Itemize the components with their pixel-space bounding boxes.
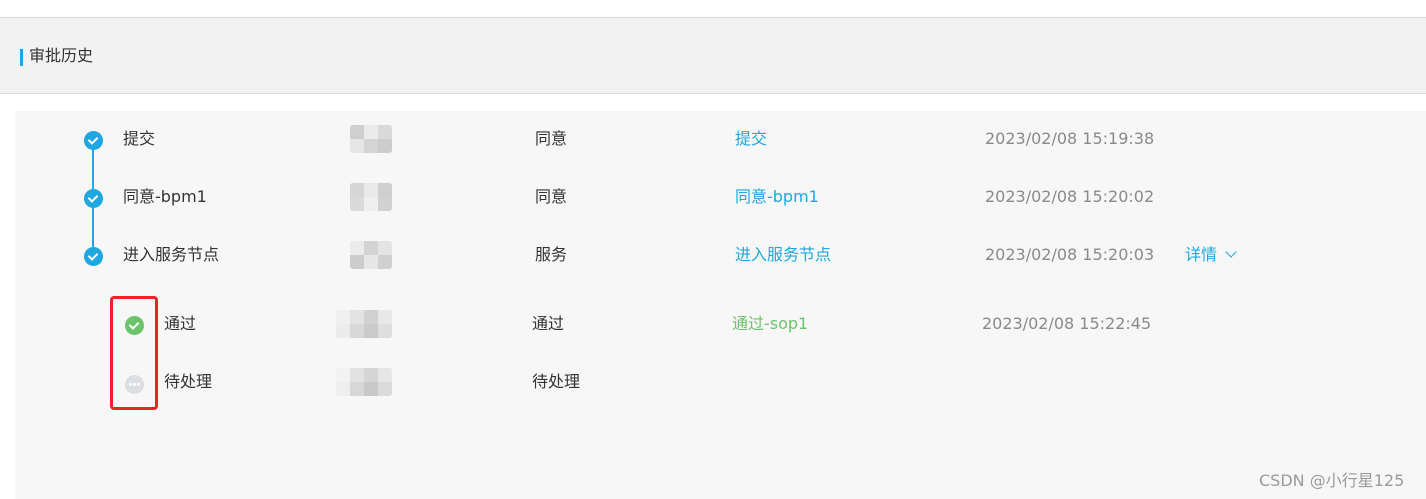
avatar: [350, 241, 392, 269]
node-name: 提交: [123, 129, 156, 148]
section-header: 审批历史: [0, 18, 1426, 94]
sub-timeline-row: 通过 通过 通过-sop1 2023/02/08 15:22:45: [0, 309, 1426, 339]
top-bar: [0, 0, 1426, 18]
sub-node-name: 通过: [164, 314, 197, 333]
avatar: [350, 183, 392, 211]
check-circle-icon: [84, 131, 103, 150]
timestamp: 2023/02/08 15:22:45: [982, 314, 1152, 333]
sub-node-name: 待处理: [164, 372, 213, 391]
check-circle-icon: [84, 247, 103, 266]
timeline-row: 进入服务节点 服务 进入服务节点 2023/02/08 15:20:03 详情: [0, 240, 1426, 270]
timeline-row: 同意-bpm1 同意 同意-bpm1 2023/02/08 15:20:02: [0, 182, 1426, 212]
approval-history-panel: [15, 111, 1426, 499]
timestamp: 2023/02/08 15:19:38: [985, 129, 1155, 148]
chevron-down-icon: [1225, 246, 1237, 258]
node-link[interactable]: 进入服务节点: [735, 240, 831, 270]
node-name: 进入服务节点: [123, 245, 220, 264]
section-title: 审批历史: [29, 46, 94, 65]
sub-timeline-row: 待处理 待处理: [0, 367, 1426, 397]
node-link[interactable]: 同意-bpm1: [735, 182, 819, 212]
detail-toggle[interactable]: 详情: [1185, 240, 1237, 270]
avatar: [350, 125, 392, 153]
highlight-box: [110, 296, 158, 410]
action-type: 同意: [535, 187, 568, 206]
action-type: 待处理: [532, 372, 581, 391]
avatar: [336, 310, 392, 338]
action-type: 同意: [535, 129, 568, 148]
action-type: 通过: [532, 314, 565, 333]
action-type: 服务: [535, 245, 568, 264]
node-link[interactable]: 提交: [735, 124, 767, 154]
section-accent-bar: [20, 49, 23, 66]
detail-label: 详情: [1185, 245, 1218, 264]
timestamp: 2023/02/08 15:20:03: [985, 245, 1155, 264]
watermark: CSDN @小行星125: [1259, 471, 1405, 490]
check-circle-icon: [84, 189, 103, 208]
timestamp: 2023/02/08 15:20:02: [985, 187, 1155, 206]
node-link[interactable]: 通过-sop1: [732, 309, 808, 339]
node-name: 同意-bpm1: [123, 187, 207, 206]
timeline-row: 提交 同意 提交 2023/02/08 15:19:38: [0, 124, 1426, 154]
avatar: [336, 368, 392, 396]
